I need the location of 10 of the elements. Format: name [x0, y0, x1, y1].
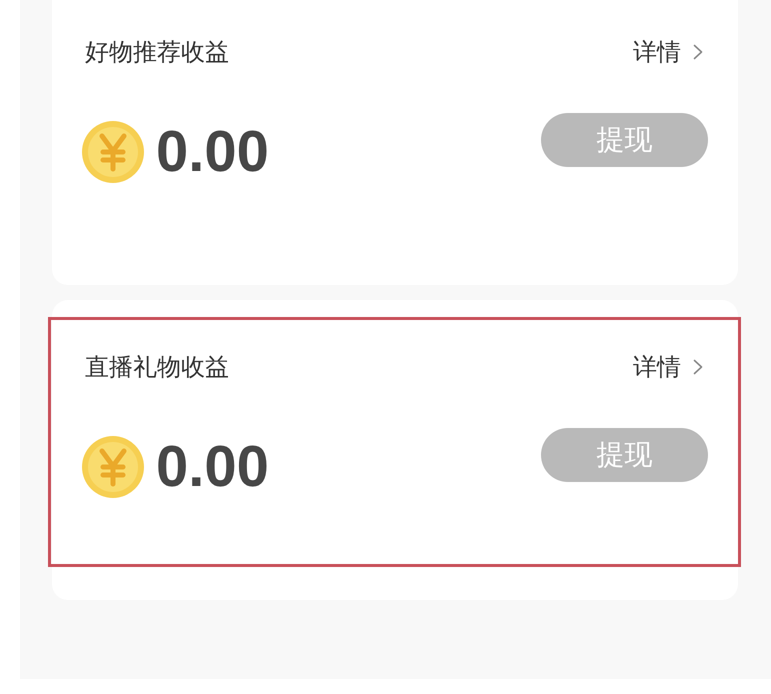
yen-coin-icon	[82, 436, 144, 498]
card-title: 好物推荐收益	[84, 37, 229, 67]
amount-value: 0.00	[156, 436, 269, 498]
detail-link[interactable]: 详情	[633, 352, 708, 382]
detail-link[interactable]: 详情	[633, 37, 708, 67]
yen-coin-icon	[82, 121, 144, 183]
amount-value: 0.00	[156, 121, 269, 183]
chevron-right-icon	[693, 359, 703, 375]
card-title: 直播礼物收益	[84, 352, 229, 382]
chevron-right-icon	[693, 44, 703, 60]
